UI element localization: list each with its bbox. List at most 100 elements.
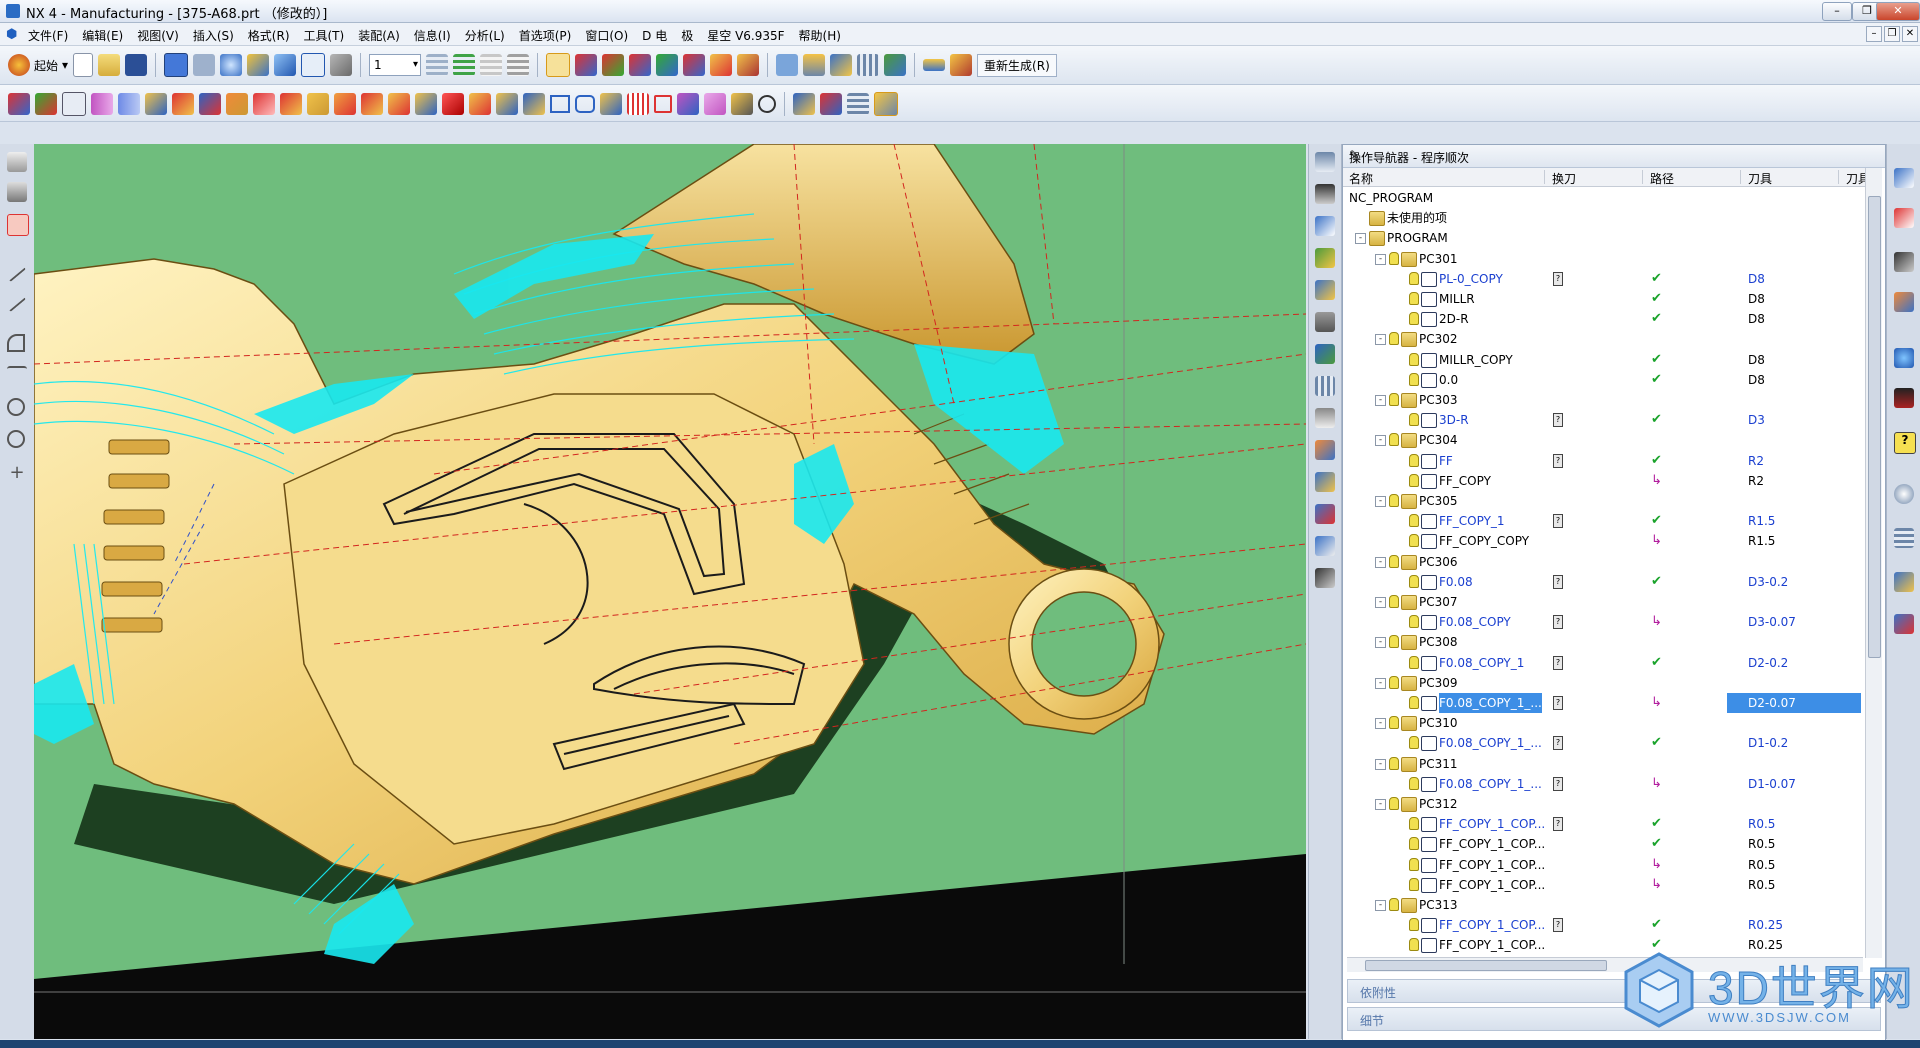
circle-snap-icon[interactable] <box>7 430 25 448</box>
hatch-icon[interactable] <box>361 93 383 115</box>
document-icon[interactable] <box>62 92 86 116</box>
operation-row[interactable]: 3D-R? ✔ D3 <box>1343 410 1863 430</box>
menu-item[interactable]: 文件(F) <box>28 27 68 44</box>
collapse-toggle-icon[interactable]: - <box>1375 799 1386 810</box>
web-browser-icon[interactable] <box>1315 472 1335 492</box>
menu-item[interactable]: 插入(S) <box>193 27 234 44</box>
create-method-icon[interactable] <box>857 54 880 76</box>
operation-row[interactable]: F0.08_COPY? ↳ D3-0.07 <box>1343 612 1863 632</box>
menu-item[interactable]: 首选项(P) <box>519 27 572 44</box>
sheet-icon[interactable] <box>737 54 760 76</box>
history-tab-icon[interactable] <box>1894 484 1914 504</box>
geometry-view-icon[interactable] <box>1315 216 1335 236</box>
operation-row[interactable]: FF_COPY_1? ✔ R1.5 <box>1343 511 1863 531</box>
history-icon[interactable] <box>7 182 27 202</box>
roles-icon[interactable] <box>7 152 27 172</box>
operation-row[interactable]: MILLR_COPY ✔ D8 <box>1343 350 1863 370</box>
plus-icon[interactable]: + <box>7 462 27 483</box>
system-materials-icon[interactable] <box>1315 536 1335 556</box>
wcs-origin-icon[interactable] <box>575 54 598 76</box>
collapse-toggle-icon[interactable]: - <box>1375 597 1386 608</box>
machine-tool-view-icon[interactable] <box>1315 184 1335 204</box>
column-header-name[interactable]: 名称 <box>1343 170 1545 186</box>
program-order-icon[interactable] <box>1315 280 1335 300</box>
create-geometry-icon[interactable] <box>830 54 853 76</box>
open-folder-icon[interactable] <box>98 54 121 76</box>
menu-item[interactable]: 窗口(O) <box>585 27 628 44</box>
trim-icon[interactable] <box>496 93 518 115</box>
constraint-tab-icon[interactable] <box>1894 252 1914 272</box>
wcs-orient-icon[interactable] <box>629 54 652 76</box>
blend-icon[interactable] <box>388 93 410 115</box>
collapse-toggle-icon[interactable]: - <box>1375 334 1386 346</box>
layer-visible-icon[interactable] <box>453 54 476 76</box>
collapse-toggle-icon[interactable]: - <box>1375 718 1386 730</box>
box-icon[interactable] <box>307 93 329 115</box>
program-group-row[interactable]: - PC313 <box>1343 895 1863 915</box>
wcs-rotate-icon[interactable] <box>602 54 625 76</box>
method-view-icon[interactable] <box>1315 248 1335 268</box>
help-icon[interactable]: ? <box>1894 432 1916 454</box>
menu-item[interactable]: 分析(L) <box>465 27 505 44</box>
mdi-restore-icon[interactable]: ❐ <box>1884 26 1900 42</box>
new-file-icon[interactable] <box>73 53 94 77</box>
training-tab-icon[interactable] <box>1894 388 1914 408</box>
menu-item[interactable]: 星空 V6.935F <box>707 27 784 44</box>
operation-row[interactable]: FF_COPY ↳ R2 <box>1343 471 1863 491</box>
layer-settings-icon[interactable] <box>426 54 449 76</box>
create-program-icon[interactable] <box>776 54 799 76</box>
collapse-toggle-icon[interactable]: - <box>1375 395 1386 406</box>
operation-row[interactable]: FF_COPY_1_COP...? ✔ R0.5 <box>1343 814 1863 834</box>
layer-select[interactable]: 1 <box>369 54 422 76</box>
scrollbar-thumb[interactable] <box>1868 196 1881 658</box>
menu-item[interactable]: 格式(R) <box>248 27 290 44</box>
program-group-row[interactable]: - PC308 <box>1343 632 1863 652</box>
ruler-icon[interactable] <box>950 54 973 76</box>
program-group-row[interactable]: - PC306 <box>1343 552 1863 572</box>
move-icon[interactable] <box>199 93 221 115</box>
snap-point-icon[interactable] <box>7 214 29 236</box>
tool-view-icon[interactable] <box>1315 312 1335 332</box>
assembly-navigator-icon[interactable] <box>1315 344 1335 364</box>
system-tab-icon[interactable] <box>1894 528 1914 548</box>
fit-view-icon[interactable] <box>164 53 189 77</box>
program-group-row[interactable]: - PC302 <box>1343 329 1863 349</box>
circle-icon[interactable] <box>758 95 776 113</box>
program-group-row[interactable]: - PC301 <box>1343 249 1863 269</box>
grid-icon[interactable] <box>627 93 649 115</box>
pin-icon[interactable]: ✎ <box>1349 148 1879 162</box>
list-toolpath-icon[interactable] <box>847 93 869 115</box>
arrow-right-icon[interactable] <box>118 93 140 115</box>
shaded-cube-icon[interactable] <box>274 54 297 76</box>
collapse-toggle-icon[interactable]: - <box>1375 637 1386 649</box>
program-group-row[interactable]: - PC310 <box>1343 713 1863 733</box>
menu-item[interactable]: 视图(V) <box>137 27 179 44</box>
menu-item[interactable]: 信息(I) <box>414 27 451 44</box>
red-cube-icon[interactable] <box>442 93 464 115</box>
operation-row[interactable]: MILLR ✔ D8 <box>1343 289 1863 309</box>
nc-program-row[interactable]: NC_PROGRAM <box>1343 188 1863 208</box>
shell-icon[interactable] <box>469 93 491 115</box>
collapse-toggle-icon[interactable]: - <box>1375 253 1386 265</box>
mdi-minimize-icon[interactable]: – <box>1866 26 1882 42</box>
wireframe-cube-icon[interactable] <box>301 53 326 77</box>
eraser-icon[interactable] <box>704 93 726 115</box>
operation-row[interactable]: F0.08_COPY_1_...? ✔ D1-0.2 <box>1343 733 1863 753</box>
history-palette-icon[interactable] <box>1315 504 1335 524</box>
collapse-toggle-icon[interactable]: - <box>1375 900 1386 911</box>
brush-icon[interactable] <box>731 93 753 115</box>
operation-row[interactable]: FF_COPY_1_COP... ✔ R0.5 <box>1343 834 1863 854</box>
assembly-tab-icon[interactable] <box>1894 208 1914 228</box>
materials-tab-icon[interactable] <box>1894 614 1914 634</box>
abs-csys-icon[interactable] <box>8 93 30 115</box>
roles-tab-icon[interactable] <box>1894 572 1914 592</box>
collapse-toggle-icon[interactable]: - <box>1375 556 1386 568</box>
operation-row[interactable]: FF_COPY_COPY ↳ R1.5 <box>1343 531 1863 551</box>
save-icon[interactable] <box>125 54 148 76</box>
palette-icon[interactable] <box>1315 440 1335 460</box>
program-group-row[interactable]: - PC305 <box>1343 491 1863 511</box>
collapse-toggle-icon[interactable]: - <box>1355 233 1366 245</box>
menu-item[interactable]: 装配(A) <box>358 27 400 44</box>
hexagon-icon[interactable] <box>575 95 595 113</box>
wcs-dynamic-icon[interactable] <box>546 53 571 77</box>
